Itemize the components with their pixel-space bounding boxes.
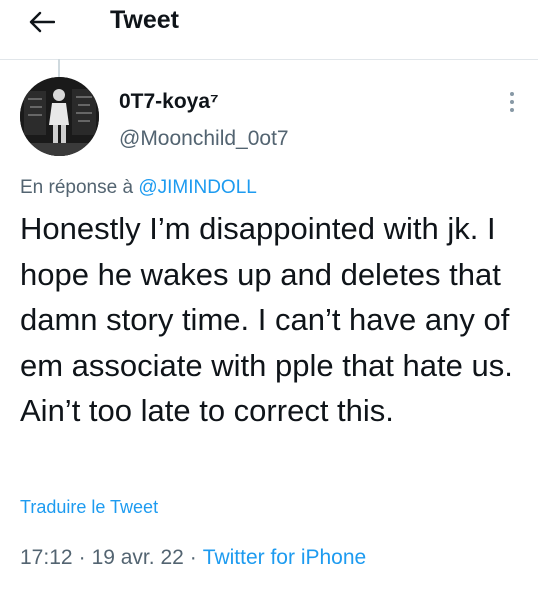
page-title: Tweet: [110, 6, 179, 34]
back-button[interactable]: [22, 4, 62, 40]
reply-prefix: En réponse à: [20, 177, 134, 198]
arrow-left-icon: [29, 11, 55, 33]
vertical-dots-icon: [510, 92, 514, 96]
top-bar: Tweet: [0, 0, 538, 46]
vertical-dots-icon: [510, 100, 514, 104]
tweet-source-link[interactable]: Twitter for iPhone: [203, 546, 366, 569]
avatar-photo: [20, 77, 99, 156]
tweet-metadata: 17:12 · 19 avr. 22 · Twitter for iPhone: [20, 544, 366, 572]
avatar[interactable]: [20, 77, 99, 156]
author-handle[interactable]: @Moonchild_0ot7: [119, 127, 289, 151]
translate-tweet-link[interactable]: Traduire le Tweet: [20, 496, 158, 518]
header-divider: [0, 59, 538, 60]
meta-separator: ·: [78, 546, 86, 569]
thread-connector-line: [58, 59, 60, 77]
vertical-dots-icon: [510, 108, 514, 112]
tweet-time[interactable]: 17:12: [20, 546, 73, 569]
reply-mention-link[interactable]: @JIMINDOLL: [138, 177, 257, 198]
reply-context: En réponse à @JIMINDOLL: [20, 177, 257, 199]
more-options-button[interactable]: [504, 88, 520, 116]
tweet-date[interactable]: 19 avr. 22: [92, 546, 184, 569]
tweet-text: Honestly I’m disappointed with jk. I hop…: [20, 211, 513, 428]
author-display-name[interactable]: 0T7-koya⁷: [119, 90, 219, 114]
meta-separator: ·: [189, 546, 197, 569]
